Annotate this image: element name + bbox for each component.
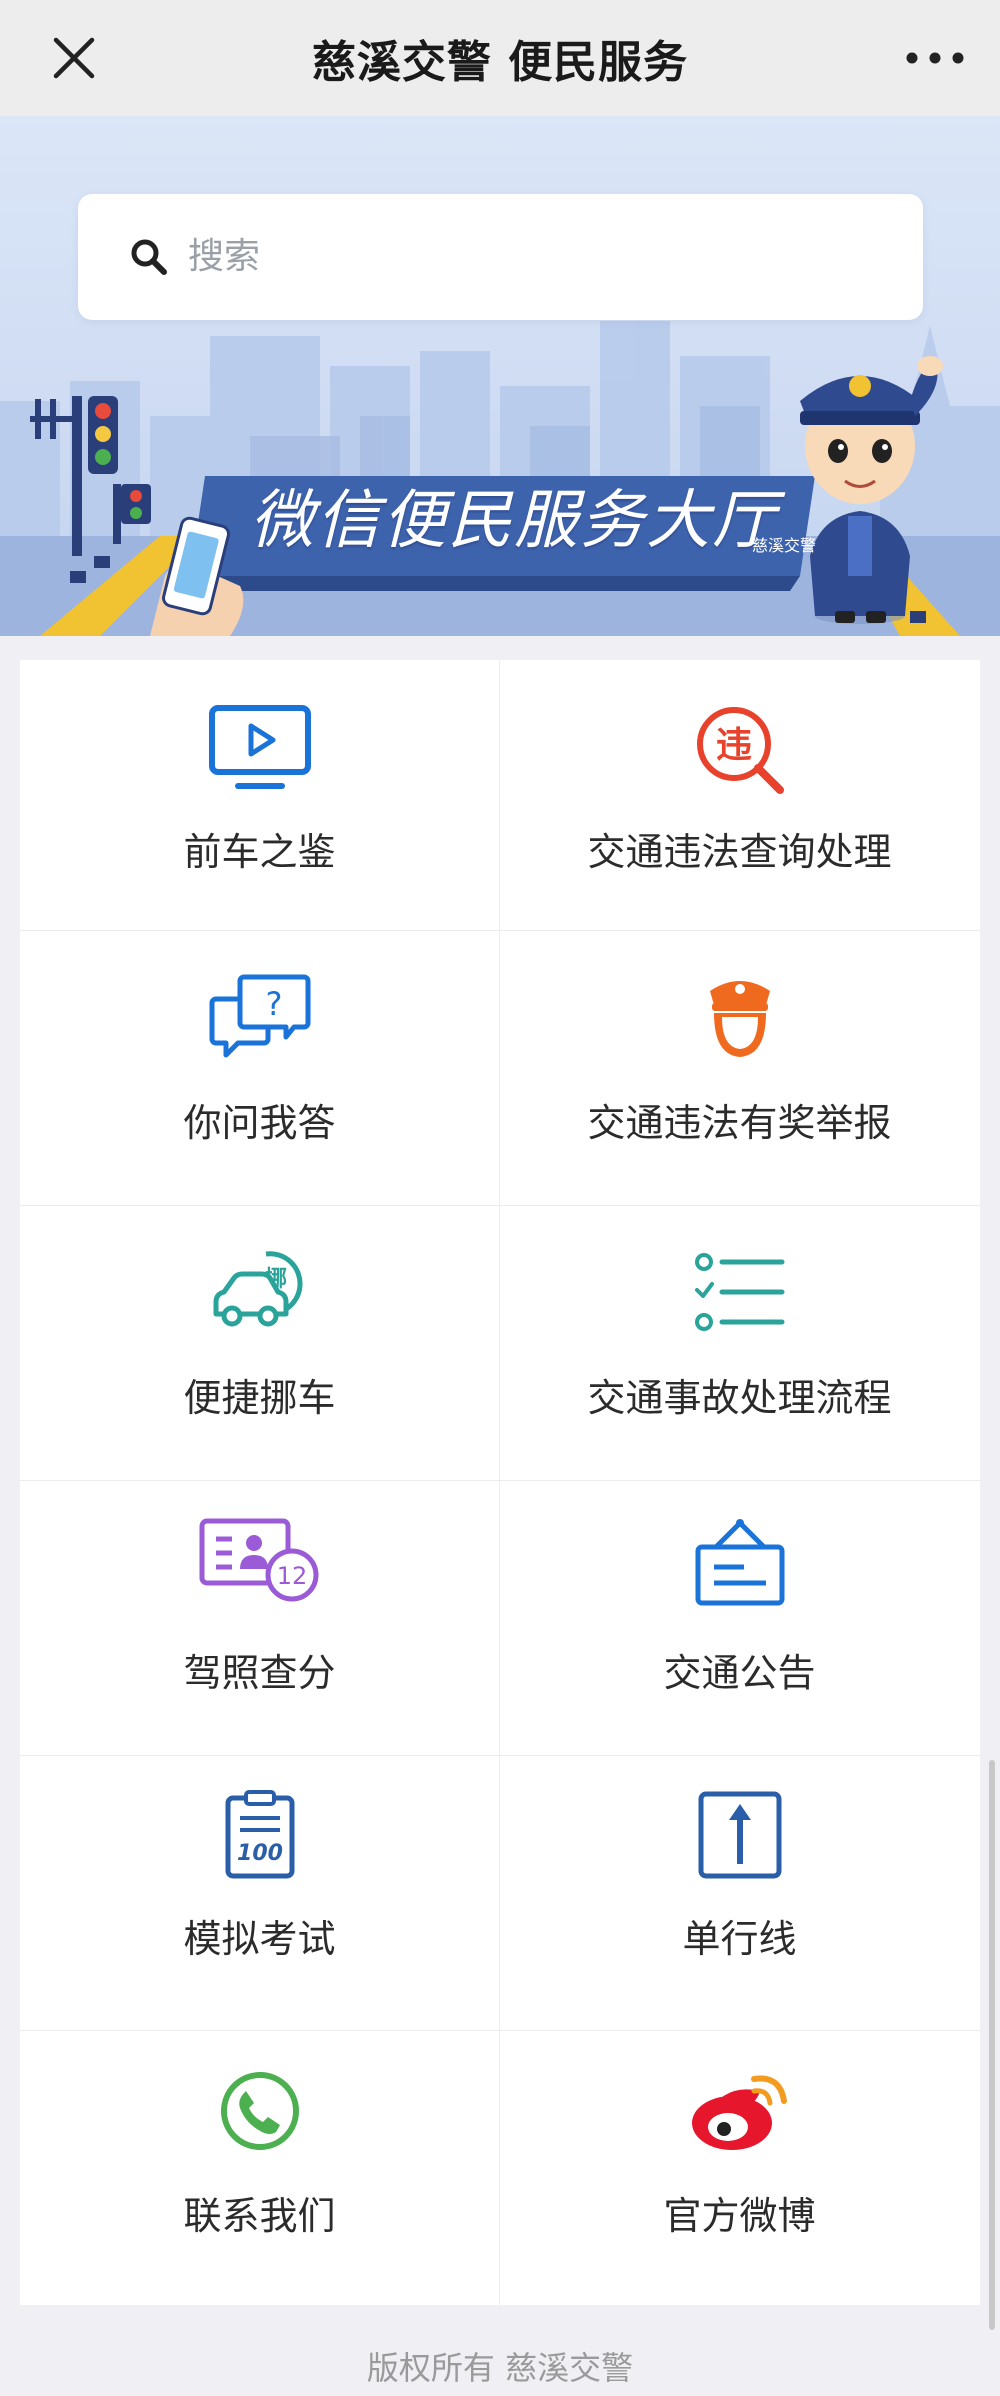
service-label: 单行线 xyxy=(682,1917,797,1961)
service-item-traffic-notice[interactable]: 交通公告 xyxy=(500,1481,979,1755)
police-officer-icon xyxy=(709,981,770,1057)
one-way-arrow-icon xyxy=(698,1791,781,1879)
service-label: 交通公告 xyxy=(663,1651,816,1695)
service-item-report-reward[interactable]: 交通违法有奖举报 xyxy=(500,931,979,1205)
move-car-icon: 挪 xyxy=(213,1251,302,1327)
service-item-one-way[interactable]: 单行线 xyxy=(500,1756,979,2030)
service-label: 交通事故处理流程 xyxy=(587,1376,892,1420)
service-item-qianchezhijian[interactable]: 前车之鉴 xyxy=(20,660,499,930)
search-placeholder: 搜索 xyxy=(188,236,261,277)
service-label: 便捷挪车 xyxy=(183,1376,336,1420)
service-item-license-score[interactable]: 12 驾照查分 xyxy=(20,1481,499,1755)
service-label: 联系我们 xyxy=(183,2194,336,2238)
svg-text:?: ? xyxy=(265,985,282,1023)
violation-search-icon: 违 xyxy=(696,707,784,794)
service-label: 交通违法有奖举报 xyxy=(587,1101,892,1145)
service-label: 你问我答 xyxy=(183,1101,336,1145)
close-icon[interactable] xyxy=(44,30,104,86)
banner: 搜索 微信便民服务大厅 慈溪交警 xyxy=(0,116,1000,636)
license-score-icon: 12 xyxy=(199,1518,318,1602)
service-item-contact-us[interactable]: 联系我们 xyxy=(20,2031,499,2305)
svg-text:违: 违 xyxy=(715,725,751,766)
service-label: 交通违法查询处理 xyxy=(587,830,892,874)
nav-bar: 慈溪交警 便民服务 xyxy=(0,0,1000,116)
service-label: 官方微博 xyxy=(663,2194,816,2238)
video-play-icon xyxy=(208,705,311,789)
service-item-accident-process[interactable]: 交通事故处理流程 xyxy=(500,1206,979,1480)
banner-title: 微信便民服务大厅 xyxy=(250,484,778,558)
service-item-violation-query[interactable]: 违 交通违法查询处理 xyxy=(500,660,979,930)
service-label: 驾照查分 xyxy=(183,1651,336,1695)
service-label: 前车之鉴 xyxy=(183,830,336,874)
search-input[interactable]: 搜索 xyxy=(78,194,923,320)
notice-board-icon xyxy=(695,1519,784,1606)
footer-copyright: 版权所有 慈溪交警 xyxy=(366,2349,634,2387)
question-chat-icon: ? xyxy=(209,974,310,1058)
service-item-mock-exam[interactable]: 100 模拟考试 xyxy=(20,1756,499,2030)
checklist-icon xyxy=(694,1253,784,1331)
banner-subtitle: 慈溪交警 xyxy=(752,536,817,555)
service-label: 模拟考试 xyxy=(183,1917,336,1961)
svg-text:12: 12 xyxy=(276,1562,307,1590)
scrollbar[interactable] xyxy=(989,1760,995,2330)
service-item-move-car[interactable]: 挪 便捷挪车 xyxy=(20,1206,499,1480)
search-icon xyxy=(131,239,167,275)
svg-text:100: 100 xyxy=(237,1841,283,1866)
service-item-official-weibo[interactable]: 官方微博 xyxy=(500,2031,979,2305)
phone-icon xyxy=(220,2072,299,2150)
page-title: 慈溪交警 便民服务 xyxy=(311,37,689,88)
more-icon[interactable] xyxy=(900,36,970,80)
service-grid: 前车之鉴 违 交通违法查询处理 ? 你问我答 交通违法有奖举报 挪 便捷挪车 交… xyxy=(20,660,980,2305)
weibo-icon xyxy=(691,2075,787,2150)
exam-clipboard-icon: 100 xyxy=(225,1790,294,1879)
service-item-faq[interactable]: ? 你问我答 xyxy=(20,931,499,1205)
